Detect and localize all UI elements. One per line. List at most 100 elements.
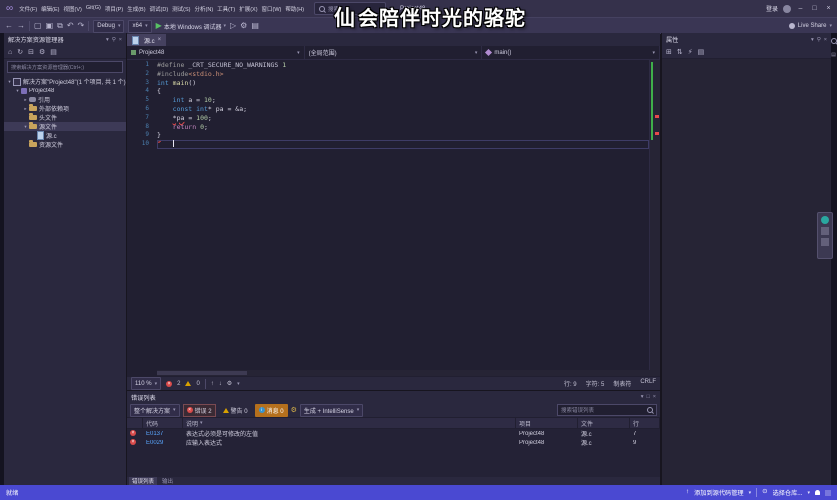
start-debugging-button[interactable]: ▶ 本地 Windows 调试器 ▾ <box>156 22 226 31</box>
tree-item[interactable]: ▾源文件 <box>4 122 126 131</box>
close-icon[interactable]: × <box>653 394 656 400</box>
grid-tool-icon[interactable]: ▤ <box>251 22 259 30</box>
code-column-header[interactable]: 代码 <box>143 418 183 428</box>
code-line[interactable]: 9} <box>127 131 649 140</box>
select-repository-button[interactable]: 选择仓库... <box>773 488 803 497</box>
menu-item[interactable]: 生成(B) <box>125 3 147 15</box>
error-row[interactable]: E0137表达式必须是可修改的左值Project48源.c7 <box>127 429 660 438</box>
scrollbar-thumb[interactable] <box>157 371 247 375</box>
maximize-panel-icon[interactable]: □ <box>646 394 649 400</box>
menu-item[interactable]: 扩展(X) <box>237 3 259 15</box>
pin-icon[interactable]: ⚲ <box>817 37 821 43</box>
code-line[interactable]: 10 <box>127 140 649 149</box>
errors-filter-button[interactable]: 错误 2 <box>183 404 216 417</box>
tab-output[interactable]: 输出 <box>159 477 176 485</box>
solution-explorer-header[interactable]: 解决方案资源管理器 ▾ ⚲ × <box>4 33 126 46</box>
save-icon[interactable]: ▣ <box>46 22 54 30</box>
grid-view-icon[interactable]: ▤ <box>698 48 705 56</box>
menu-item[interactable]: 项目(P) <box>103 3 125 15</box>
line-column-header[interactable]: 行 <box>630 418 660 428</box>
zoom-dropdown[interactable]: 110 % ▾ <box>131 377 161 390</box>
member-dropdown[interactable]: main() ▾ <box>482 46 660 59</box>
code-line[interactable]: 2#include<stdio.h> <box>127 70 649 79</box>
file-column-header[interactable]: 文件 <box>578 418 630 428</box>
close-icon[interactable]: × <box>824 37 827 43</box>
close-icon[interactable]: × <box>119 37 122 43</box>
issues-settings-icon[interactable]: ⚙ <box>227 380 232 387</box>
menu-item[interactable]: 窗口(W) <box>260 3 284 15</box>
collapsed-search-panel-icon[interactable] <box>831 38 837 44</box>
warnings-filter-button[interactable]: 警告 0 <box>219 404 252 417</box>
floating-toolbar[interactable] <box>817 212 833 259</box>
code-editor[interactable]: 1#define _CRT_SECURE_NO_WARNINGS 12#incl… <box>127 60 660 376</box>
platform-dropdown[interactable]: x64 ▾ <box>128 20 151 33</box>
properties-header[interactable]: 属性 ▾ ⚲ × <box>662 33 831 46</box>
collapsed-properties-panel-icon[interactable]: ▤ <box>831 52 836 58</box>
refresh-icon[interactable]: ↻ <box>17 48 23 56</box>
code-line[interactable]: 6 const int* pa = &a; <box>127 105 649 114</box>
source-filter-dropdown[interactable]: 生成 + IntelliSense ▾ <box>300 404 363 417</box>
undo-icon[interactable]: ↶ <box>67 22 74 30</box>
minimize-button[interactable]: – <box>796 5 805 12</box>
editor-horizontal-scrollbar[interactable] <box>157 370 650 376</box>
properties-gear-icon[interactable]: ⚙ <box>39 48 45 56</box>
property-pages-icon[interactable]: ⚡ <box>688 48 693 56</box>
menu-item[interactable]: 工具(T) <box>215 3 237 15</box>
tree-item[interactable]: 资源文件 <box>4 140 126 149</box>
menu-item[interactable]: 调试(D) <box>148 3 171 15</box>
tree-item[interactable]: 源.c <box>4 131 126 140</box>
error-row[interactable]: E0029应输入表达式Project48源.c9 <box>127 438 660 447</box>
eol-indicator[interactable]: CRLF <box>640 379 656 388</box>
error-count-icon[interactable] <box>166 381 172 387</box>
tree-item[interactable]: ▸引用 <box>4 95 126 104</box>
tab-close-icon[interactable]: × <box>158 37 162 43</box>
warning-count-icon[interactable] <box>185 381 191 386</box>
expander-icon[interactable]: ▾ <box>6 79 13 85</box>
window-position-icon[interactable]: ▾ <box>641 394 644 400</box>
description-column-header[interactable]: 说明 ▾ <box>183 418 516 428</box>
messages-filter-button[interactable]: 消息 0 <box>255 404 288 417</box>
start-without-debugging-icon[interactable]: ▷ <box>230 22 236 30</box>
alphabetical-sort-icon[interactable]: ⇅ <box>677 48 683 56</box>
code-line[interactable]: 3int main() <box>127 79 649 88</box>
previous-issue-icon[interactable]: ↑ <box>211 381 214 387</box>
scope-dropdown[interactable]: (全局范围) ▾ <box>305 46 483 59</box>
window-position-icon[interactable]: ▾ <box>106 37 109 43</box>
menu-item[interactable]: 编辑(E) <box>39 3 61 15</box>
indent-indicator[interactable]: 制表符 <box>613 379 631 388</box>
new-file-icon[interactable]: ▢ <box>34 22 42 30</box>
tree-item[interactable]: ▾解决方案"Project48"(1 个项目, 共 1 个) <box>4 77 126 86</box>
navigate-back-icon[interactable]: ← <box>5 22 13 30</box>
notifications-bell-icon[interactable] <box>815 490 820 495</box>
navigate-forward-icon[interactable]: → <box>17 22 25 30</box>
menu-item[interactable]: 分析(N) <box>193 3 216 15</box>
expander-icon[interactable]: ▸ <box>22 106 29 112</box>
code-line[interactable]: 7 *pa = 100; <box>127 114 649 123</box>
pin-icon[interactable]: ⚲ <box>112 37 116 43</box>
close-button[interactable]: × <box>824 5 833 12</box>
menu-item[interactable]: 文件(F) <box>17 3 39 15</box>
code-line[interactable]: 1#define _CRT_SECURE_NO_WARNINGS 1 <box>127 61 649 70</box>
collapse-all-icon[interactable]: ⊟ <box>28 48 34 56</box>
save-all-icon[interactable]: ⧉ <box>57 22 63 30</box>
tree-item[interactable]: ▸外部依赖项 <box>4 104 126 113</box>
code-line[interactable]: 8 return 0; <box>127 123 649 132</box>
window-position-icon[interactable]: ▾ <box>811 37 814 43</box>
error-list-search-input[interactable]: 搜索错误列表 <box>557 404 657 416</box>
menu-item[interactable]: 测试(S) <box>170 3 192 15</box>
user-avatar-icon[interactable] <box>783 5 791 13</box>
tab-error-list[interactable]: 错误列表 <box>129 477 157 485</box>
error-list-header[interactable]: 错误列表 ▾ □ × <box>127 391 660 403</box>
expander-icon[interactable]: ▸ <box>22 97 29 103</box>
tree-item[interactable]: 头文件 <box>4 113 126 122</box>
next-issue-icon[interactable]: ↓ <box>219 381 222 387</box>
menu-item[interactable]: 帮助(H) <box>283 3 306 15</box>
editor-tab[interactable]: 源.c × <box>127 34 166 46</box>
code-line[interactable]: 4{ <box>127 87 649 96</box>
project-column-header[interactable]: 项目 <box>516 418 578 428</box>
editor-vertical-scrollbar[interactable] <box>649 60 660 376</box>
configuration-dropdown[interactable]: Debug ▾ <box>93 20 124 33</box>
sign-in-button[interactable]: 登录 <box>766 4 778 13</box>
expander-icon[interactable]: ▾ <box>22 124 29 130</box>
solution-search-input[interactable]: 搜索解决方案资源管理器(Ctrl+;) <box>7 61 123 73</box>
